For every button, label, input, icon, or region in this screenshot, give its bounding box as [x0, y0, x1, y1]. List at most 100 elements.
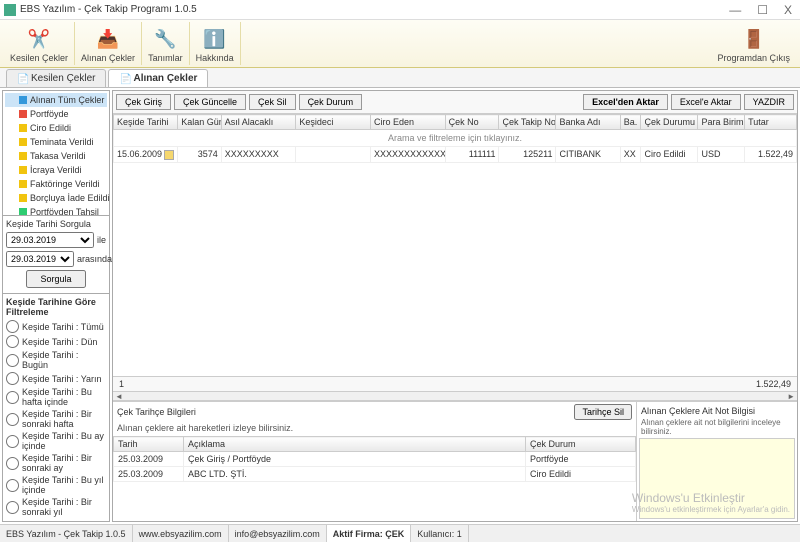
filter-option-ay[interactable]: Keşide Tarihi : Bu ay içinde	[6, 430, 106, 452]
status-icon	[19, 194, 27, 202]
window-titlebar: EBS Yazılım - Çek Takip Programı 1.0.5 —…	[0, 0, 800, 20]
notes-title: Alınan Çeklere Ait Not Bilgisi	[639, 404, 795, 418]
notes-textarea[interactable]	[639, 438, 795, 519]
horizontal-scrollbar[interactable]	[113, 391, 797, 401]
tab-alinan-cekler[interactable]: 📄 Alınan Çekler	[108, 69, 208, 87]
ribbon-hakkinda[interactable]: ℹ️ Hakkında	[190, 22, 241, 65]
status-icon	[19, 166, 27, 174]
cek-giris-button[interactable]: Çek Giriş	[116, 94, 171, 110]
filter-hint-row[interactable]: Arama ve filtreleme için tıklayınız.	[114, 130, 797, 147]
ribbon-cikis[interactable]: 🚪 Programdan Çıkış	[711, 22, 796, 65]
cell-cek-durumu: Ciro Edildi	[641, 147, 698, 163]
col-banka-adi[interactable]: Banka Adı	[556, 115, 620, 130]
status-icon	[19, 152, 27, 160]
cell-ba: XX	[620, 147, 641, 163]
hist-col-durum[interactable]: Çek Durum	[526, 437, 636, 452]
cell-cek-takip-no: 125211	[499, 147, 556, 163]
hist-col-tarih[interactable]: Tarih	[114, 437, 184, 452]
ribbon-alinan-cekler[interactable]: 📥 Alınan Çekler	[75, 22, 142, 65]
tree-item-ciro[interactable]: Ciro Edildi	[5, 121, 107, 135]
ribbon-toolbar: ✂️ Kesilen Çekler 📥 Alınan Çekler 🔧 Tanı…	[0, 20, 800, 68]
col-kalan-gun[interactable]: Kalan Gün	[178, 115, 222, 130]
definitions-icon: 🔧	[153, 27, 177, 51]
status-app: EBS Yazılım - Çek Takip 1.0.5	[0, 525, 133, 542]
filter-option-yil[interactable]: Keşide Tarihi : Bu yıl içinde	[6, 474, 106, 496]
tab-kesilen-cekler[interactable]: 📄 Kesilen Çekler	[6, 69, 106, 87]
tree-item-portfoy-tahsil[interactable]: Portföyden Tahsil	[5, 205, 107, 215]
filter-option-yarin[interactable]: Keşide Tarihi : Yarın	[6, 371, 106, 386]
tree-item-portfoyde[interactable]: Portföyde	[5, 107, 107, 121]
history-row[interactable]: 25.03.2009 Çek Giriş / Portföyde Portföy…	[114, 452, 636, 467]
tree-item-takas[interactable]: Takasa Verildi	[5, 149, 107, 163]
filter-option-sonraki-ay[interactable]: Keşide Tarihi : Bir sonraki ay	[6, 452, 106, 474]
status-icon	[19, 208, 27, 215]
notes-subtitle: Alınan çeklere ait not bilgilerini incel…	[639, 418, 795, 438]
tree-item-faktoring[interactable]: Faktöringe Verildi	[5, 177, 107, 191]
status-kullanici: Kullanıcı: 1	[411, 525, 469, 542]
filter-option-tumu[interactable]: Keşide Tarihi : Tümü	[6, 319, 106, 334]
tree-item-teminat[interactable]: Teminata Verildi	[5, 135, 107, 149]
window-title: EBS Yazılım - Çek Takip Programı 1.0.5	[20, 4, 725, 15]
filter-option-sonraki-hafta[interactable]: Keşide Tarihi : Bir sonraki hafta	[6, 408, 106, 430]
status-url: www.ebsyazilim.com	[133, 525, 229, 542]
yazdir-button[interactable]: YAZDIR	[744, 94, 794, 110]
col-cek-takip-no[interactable]: Çek Takip No	[499, 115, 556, 130]
excele-aktar-button[interactable]: Excel'e Aktar	[671, 94, 741, 110]
cell-para-birimi: USD	[698, 147, 745, 163]
history-row[interactable]: 25.03.2009 ABC LTD. ŞTİ. Ciro Edildi	[114, 467, 636, 482]
date-query-label: Keşide Tarihi Sorgula	[6, 219, 106, 229]
minimize-button[interactable]: —	[725, 3, 745, 17]
col-kesideci[interactable]: Keşideci	[296, 115, 371, 130]
grid-data-row[interactable]: 15.06.2009 3574 XXXXXXXXX XXXXXXXXXXXX 1…	[114, 147, 797, 163]
tree-item-iade[interactable]: Borçluya İade Edildi	[5, 191, 107, 205]
date-to-select[interactable]: 29.03.2019	[6, 251, 74, 267]
filter-option-hafta[interactable]: Keşide Tarihi : Bu hafta içinde	[6, 386, 106, 408]
close-button[interactable]: X	[780, 3, 796, 17]
date-filter-panel: Keşide Tarihine Göre Filtreleme Keşide T…	[3, 293, 109, 521]
cek-durum-button[interactable]: Çek Durum	[299, 94, 363, 110]
cell-tutar: 1.522,49	[745, 147, 797, 163]
query-button[interactable]: Sorgula	[26, 270, 85, 288]
content-panel: Çek Giriş Çek Güncelle Çek Sil Çek Durum…	[112, 90, 798, 522]
sidebar: Alınan Tüm Çekler Portföyde Ciro Edildi …	[2, 90, 110, 522]
cell-keside-tarihi: 15.06.2009	[114, 147, 178, 163]
filter-option-sonraki-yil[interactable]: Keşide Tarihi : Bir sonraki yıl	[6, 496, 106, 518]
cell-kalan-gun: 3574	[178, 147, 222, 163]
maximize-button[interactable]: ☐	[753, 3, 772, 17]
cell-asil-alacakli: XXXXXXXXX	[221, 147, 296, 163]
cek-guncelle-button[interactable]: Çek Güncelle	[174, 94, 246, 110]
checks-grid[interactable]: Keşide Tarihi Kalan Gün Asıl Alacaklı Ke…	[113, 114, 797, 376]
col-cek-durumu[interactable]: Çek Durumu	[641, 115, 698, 130]
grid-toolbar: Çek Giriş Çek Güncelle Çek Sil Çek Durum…	[113, 91, 797, 114]
cek-sil-button[interactable]: Çek Sil	[249, 94, 296, 110]
filter-option-bugun[interactable]: Keşide Tarihi : Bugün	[6, 349, 106, 371]
filter-option-dun[interactable]: Keşide Tarihi : Dün	[6, 334, 106, 349]
excelden-aktar-button[interactable]: Excel'den Aktar	[583, 94, 668, 110]
history-panel: Çek Tarihçe Bilgileri Tarihçe Sil Alınan…	[113, 402, 637, 521]
date-from-select[interactable]: 29.03.2019	[6, 232, 94, 248]
col-ciro-eden[interactable]: Ciro Eden	[370, 115, 445, 130]
col-cek-no[interactable]: Çek No	[445, 115, 499, 130]
calendar-icon[interactable]	[164, 150, 174, 160]
exit-icon: 🚪	[742, 27, 766, 51]
status-tree: Alınan Tüm Çekler Portföyde Ciro Edildi …	[3, 91, 109, 215]
tree-item-all[interactable]: Alınan Tüm Çekler	[5, 93, 107, 107]
cut-check-icon: ✂️	[27, 27, 51, 51]
col-para-birimi[interactable]: Para Birimi	[698, 115, 745, 130]
col-ba[interactable]: Ba.	[620, 115, 641, 130]
notes-panel: Alınan Çeklere Ait Not Bilgisi Alınan çe…	[637, 402, 797, 521]
col-tutar[interactable]: Tutar	[745, 115, 797, 130]
total-amount: 1.522,49	[756, 379, 791, 389]
grid-header-row: Keşide Tarihi Kalan Gün Asıl Alacaklı Ke…	[114, 115, 797, 130]
hist-col-aciklama[interactable]: Açıklama	[184, 437, 526, 452]
filter-title: Keşide Tarihine Göre Filtreleme	[6, 297, 106, 317]
ribbon-kesilen-cekler[interactable]: ✂️ Kesilen Çekler	[4, 22, 75, 65]
col-asil-alacakli[interactable]: Asıl Alacaklı	[221, 115, 296, 130]
history-subtitle: Alınan çeklere ait hareketleri izleye bi…	[113, 422, 636, 436]
ribbon-tanimlar[interactable]: 🔧 Tanımlar	[142, 22, 190, 65]
tab-icon: 📄	[17, 74, 27, 84]
history-grid[interactable]: Tarih Açıklama Çek Durum 25.03.2009 Çek …	[113, 436, 636, 521]
col-keside-tarihi[interactable]: Keşide Tarihi	[114, 115, 178, 130]
history-delete-button[interactable]: Tarihçe Sil	[574, 404, 632, 420]
tree-item-icra[interactable]: İcraya Verildi	[5, 163, 107, 177]
